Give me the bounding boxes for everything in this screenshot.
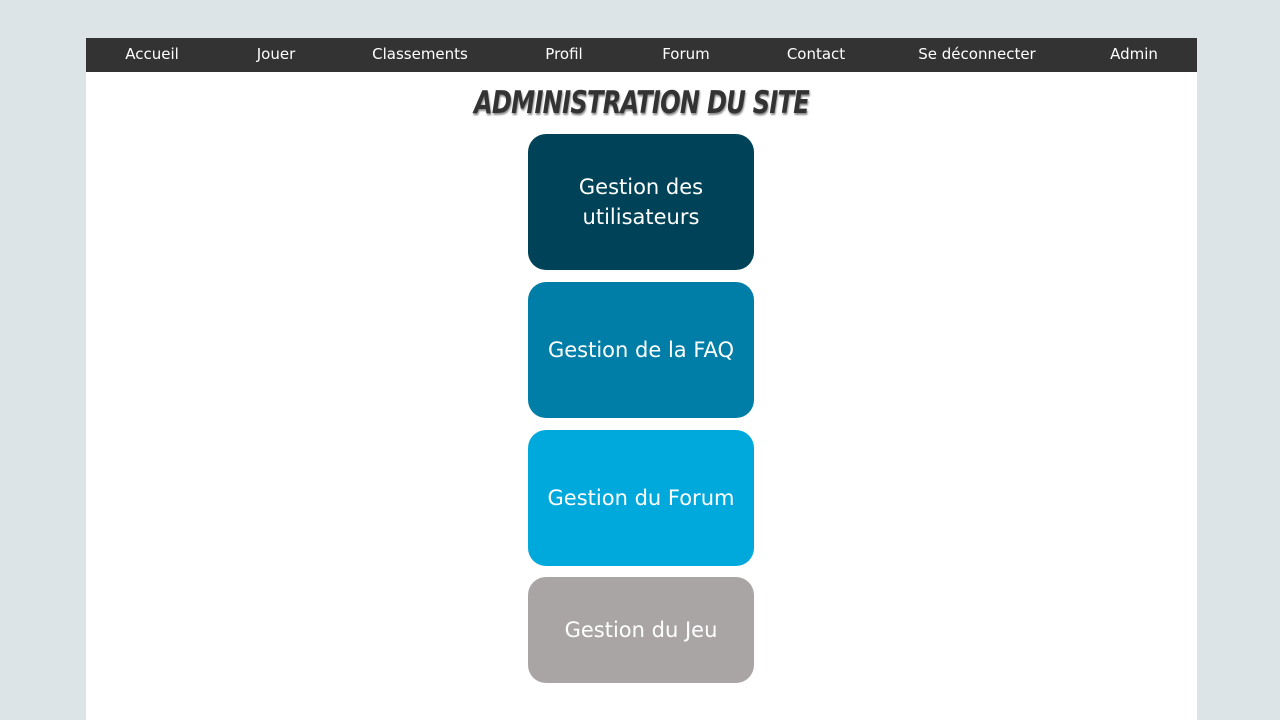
game-management-button[interactable]: Gestion du Jeu <box>528 577 754 683</box>
faq-management-label: Gestion de la FAQ <box>547 338 735 362</box>
main-navbar: Accueil Jouer Classements Profil Forum C… <box>86 38 1197 72</box>
nav-classements[interactable]: Classements <box>372 38 468 72</box>
forum-management-button[interactable]: Gestion du Forum <box>528 430 754 566</box>
page-container: Accueil Jouer Classements Profil Forum C… <box>86 38 1197 720</box>
nav-profil[interactable]: Profil <box>545 38 582 72</box>
user-management-label: Gestion des utilisateurs <box>578 175 704 229</box>
nav-se-deconnecter[interactable]: Se déconnecter <box>918 38 1035 72</box>
faq-management-button[interactable]: Gestion de la FAQ <box>528 282 754 418</box>
user-management-button[interactable]: Gestion des utilisateurs <box>528 134 754 270</box>
page-title: Administration du site <box>473 85 810 121</box>
game-management-label: Gestion du Jeu <box>564 618 718 642</box>
nav-contact[interactable]: Contact <box>787 38 845 72</box>
nav-forum[interactable]: Forum <box>662 38 710 72</box>
nav-accueil[interactable]: Accueil <box>125 38 179 72</box>
nav-jouer[interactable]: Jouer <box>257 38 296 72</box>
nav-admin[interactable]: Admin <box>1110 38 1158 72</box>
forum-management-label: Gestion du Forum <box>547 486 735 510</box>
